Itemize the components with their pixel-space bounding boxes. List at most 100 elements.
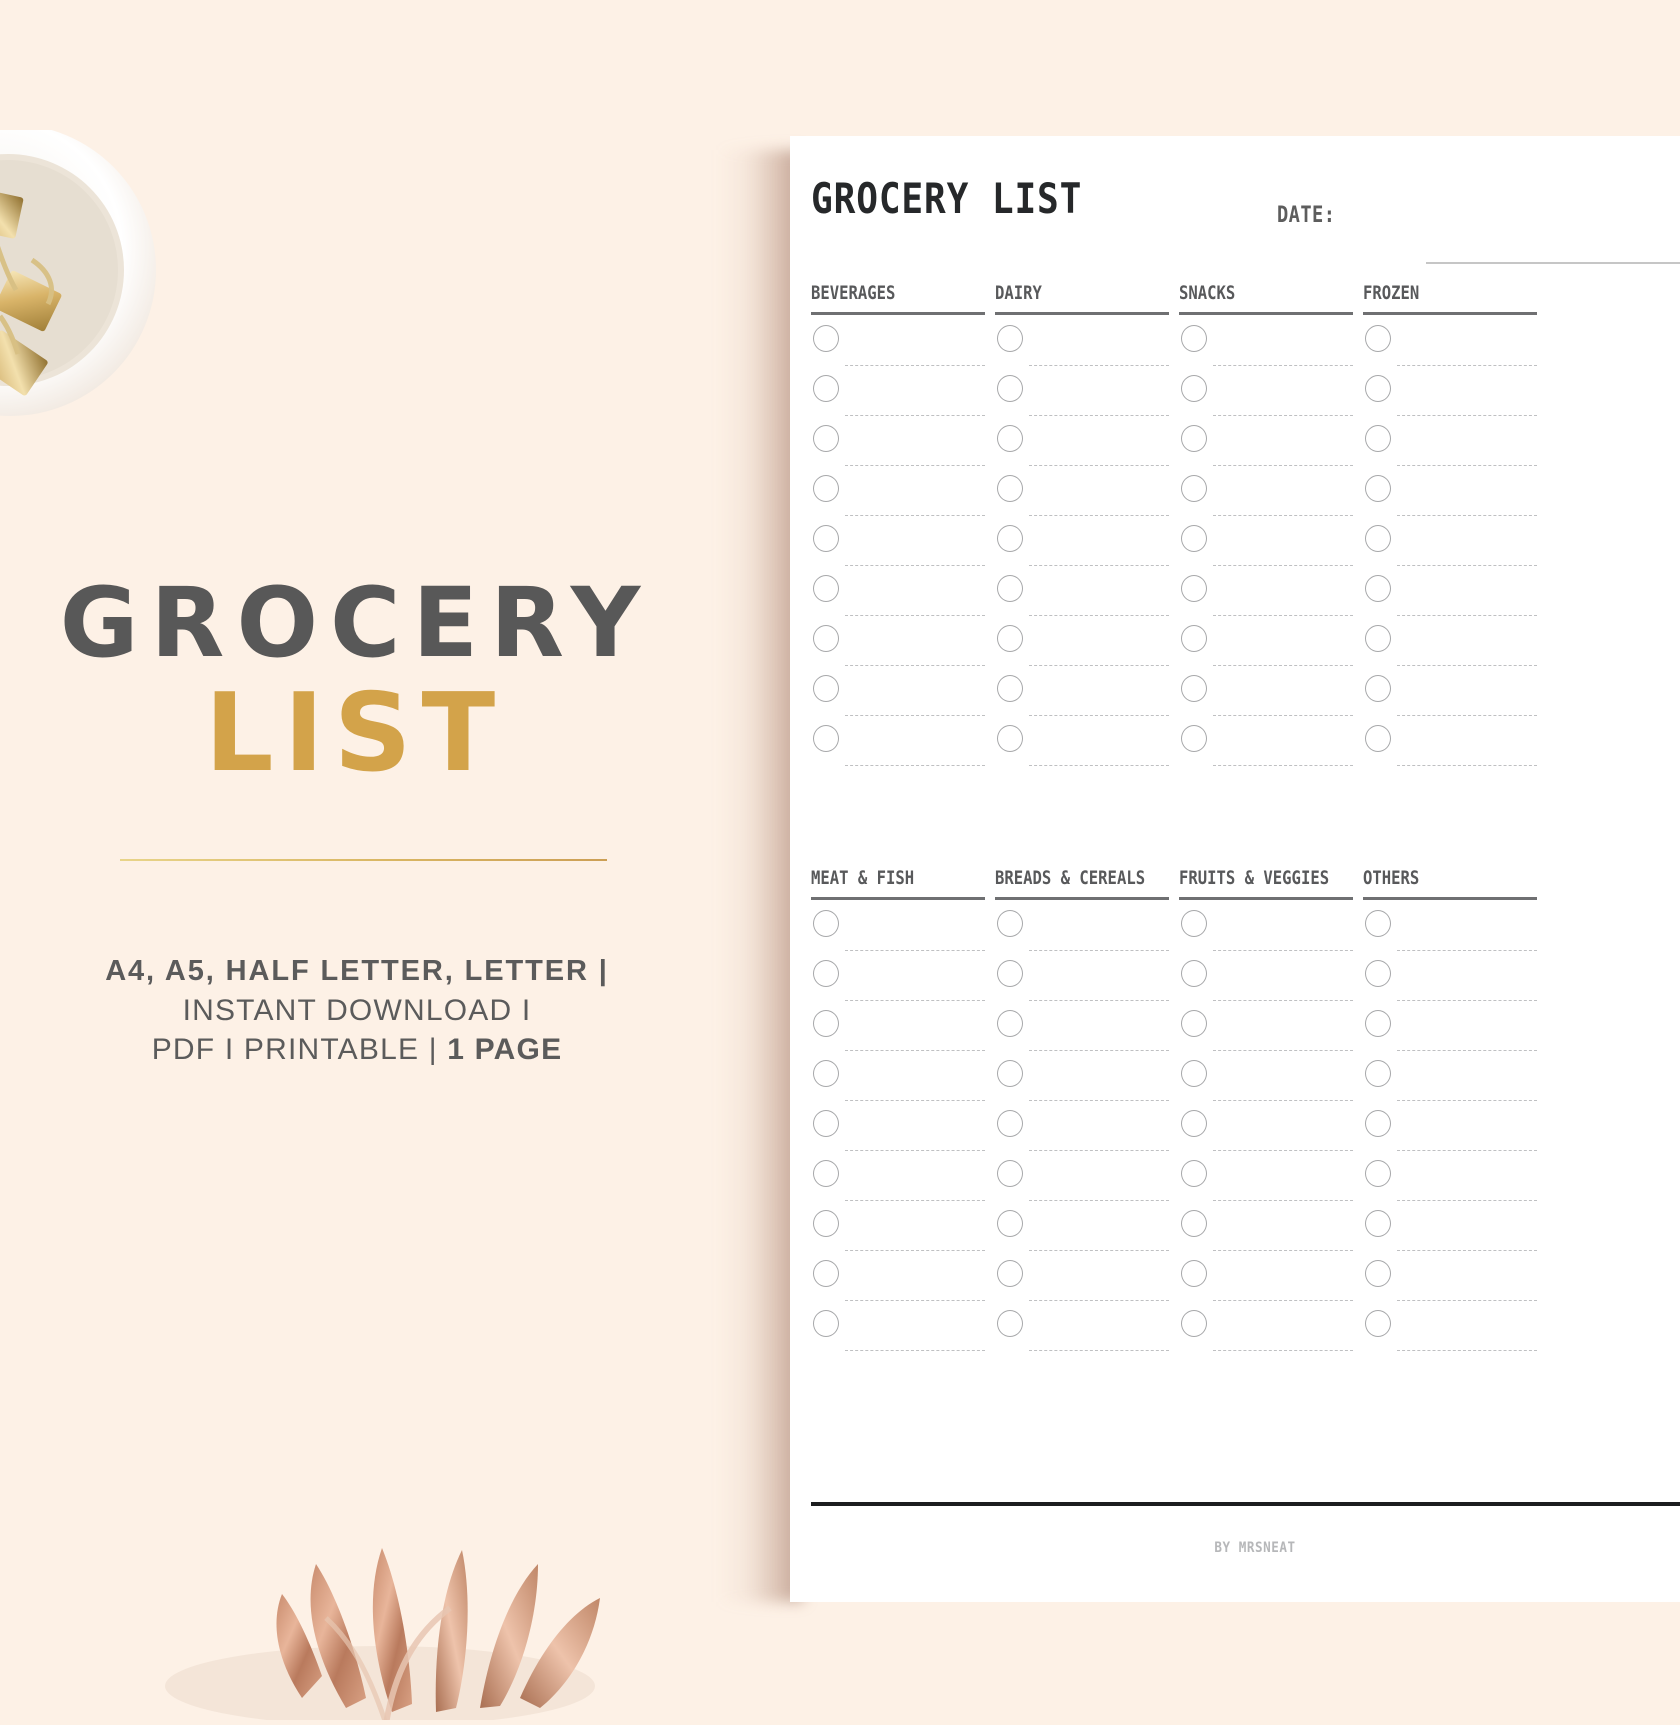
checkbox-circle-icon[interactable]: [813, 1110, 839, 1137]
write-in-line[interactable]: [1213, 365, 1353, 366]
write-in-line[interactable]: [1029, 415, 1169, 416]
write-in-line[interactable]: [845, 715, 985, 716]
checkbox-circle-icon[interactable]: [997, 325, 1023, 352]
write-in-line[interactable]: [1397, 665, 1537, 666]
checkbox-circle-icon[interactable]: [1365, 960, 1391, 987]
checkbox-circle-icon[interactable]: [997, 1260, 1023, 1287]
write-in-line[interactable]: [1397, 465, 1537, 466]
checkbox-circle-icon[interactable]: [813, 575, 839, 602]
write-in-line[interactable]: [1213, 1000, 1353, 1001]
write-in-line[interactable]: [1213, 415, 1353, 416]
write-in-line[interactable]: [845, 1000, 985, 1001]
write-in-line[interactable]: [845, 765, 985, 766]
checkbox-circle-icon[interactable]: [1181, 1110, 1207, 1137]
checkbox-circle-icon[interactable]: [813, 325, 839, 352]
checkbox-circle-icon[interactable]: [1181, 325, 1207, 352]
write-in-line[interactable]: [845, 565, 985, 566]
write-in-line[interactable]: [1397, 1350, 1537, 1351]
checkbox-circle-icon[interactable]: [1181, 1010, 1207, 1037]
write-in-line[interactable]: [1029, 950, 1169, 951]
write-in-line[interactable]: [1213, 1300, 1353, 1301]
write-in-line[interactable]: [1029, 1100, 1169, 1101]
write-in-line[interactable]: [1029, 515, 1169, 516]
checkbox-circle-icon[interactable]: [1181, 960, 1207, 987]
write-in-line[interactable]: [845, 950, 985, 951]
checkbox-circle-icon[interactable]: [1365, 1310, 1391, 1337]
checkbox-circle-icon[interactable]: [813, 725, 839, 752]
write-in-line[interactable]: [845, 515, 985, 516]
write-in-line[interactable]: [1397, 950, 1537, 951]
write-in-line[interactable]: [1397, 1150, 1537, 1151]
checkbox-circle-icon[interactable]: [997, 475, 1023, 502]
write-in-line[interactable]: [1397, 565, 1537, 566]
write-in-line[interactable]: [1213, 565, 1353, 566]
write-in-line[interactable]: [1397, 1300, 1537, 1301]
write-in-line[interactable]: [1397, 515, 1537, 516]
write-in-line[interactable]: [1213, 615, 1353, 616]
write-in-line[interactable]: [845, 1050, 985, 1051]
checkbox-circle-icon[interactable]: [1181, 475, 1207, 502]
write-in-line[interactable]: [845, 1250, 985, 1251]
checkbox-circle-icon[interactable]: [1365, 375, 1391, 402]
checkbox-circle-icon[interactable]: [1365, 675, 1391, 702]
write-in-line[interactable]: [845, 1100, 985, 1101]
checkbox-circle-icon[interactable]: [1181, 1260, 1207, 1287]
checkbox-circle-icon[interactable]: [1181, 675, 1207, 702]
checkbox-circle-icon[interactable]: [997, 1310, 1023, 1337]
write-in-line[interactable]: [1213, 1050, 1353, 1051]
write-in-line[interactable]: [1397, 1200, 1537, 1201]
checkbox-circle-icon[interactable]: [1181, 625, 1207, 652]
checkbox-circle-icon[interactable]: [997, 1110, 1023, 1137]
write-in-line[interactable]: [1213, 1200, 1353, 1201]
write-in-line[interactable]: [1029, 1150, 1169, 1151]
write-in-line[interactable]: [845, 415, 985, 416]
checkbox-circle-icon[interactable]: [1365, 1260, 1391, 1287]
checkbox-circle-icon[interactable]: [813, 375, 839, 402]
checkbox-circle-icon[interactable]: [1181, 575, 1207, 602]
checkbox-circle-icon[interactable]: [813, 1160, 839, 1187]
write-in-line[interactable]: [1029, 1350, 1169, 1351]
checkbox-circle-icon[interactable]: [1181, 1210, 1207, 1237]
checkbox-circle-icon[interactable]: [1181, 725, 1207, 752]
write-in-line[interactable]: [1213, 950, 1353, 951]
write-in-line[interactable]: [1213, 1100, 1353, 1101]
checkbox-circle-icon[interactable]: [1365, 1010, 1391, 1037]
write-in-line[interactable]: [845, 665, 985, 666]
checkbox-circle-icon[interactable]: [813, 1010, 839, 1037]
write-in-line[interactable]: [1397, 1100, 1537, 1101]
write-in-line[interactable]: [1029, 765, 1169, 766]
checkbox-circle-icon[interactable]: [1181, 375, 1207, 402]
checkbox-circle-icon[interactable]: [1365, 475, 1391, 502]
checkbox-circle-icon[interactable]: [997, 1160, 1023, 1187]
write-in-line[interactable]: [1397, 415, 1537, 416]
write-in-line[interactable]: [1029, 615, 1169, 616]
checkbox-circle-icon[interactable]: [1365, 325, 1391, 352]
checkbox-circle-icon[interactable]: [813, 1260, 839, 1287]
write-in-line[interactable]: [845, 1300, 985, 1301]
checkbox-circle-icon[interactable]: [1181, 1060, 1207, 1087]
checkbox-circle-icon[interactable]: [1181, 1160, 1207, 1187]
checkbox-circle-icon[interactable]: [813, 475, 839, 502]
write-in-line[interactable]: [1397, 1000, 1537, 1001]
checkbox-circle-icon[interactable]: [1365, 425, 1391, 452]
checkbox-circle-icon[interactable]: [997, 675, 1023, 702]
write-in-line[interactable]: [845, 465, 985, 466]
checkbox-circle-icon[interactable]: [997, 575, 1023, 602]
write-in-line[interactable]: [1213, 765, 1353, 766]
checkbox-circle-icon[interactable]: [1181, 425, 1207, 452]
checkbox-circle-icon[interactable]: [1365, 1210, 1391, 1237]
write-in-line[interactable]: [1213, 465, 1353, 466]
checkbox-circle-icon[interactable]: [1365, 725, 1391, 752]
write-in-line[interactable]: [1397, 615, 1537, 616]
checkbox-circle-icon[interactable]: [813, 675, 839, 702]
checkbox-circle-icon[interactable]: [1365, 1060, 1391, 1087]
checkbox-circle-icon[interactable]: [1181, 1310, 1207, 1337]
checkbox-circle-icon[interactable]: [813, 960, 839, 987]
date-input-line[interactable]: [1426, 262, 1680, 264]
write-in-line[interactable]: [1397, 1250, 1537, 1251]
write-in-line[interactable]: [1029, 665, 1169, 666]
checkbox-circle-icon[interactable]: [1181, 525, 1207, 552]
checkbox-circle-icon[interactable]: [997, 525, 1023, 552]
write-in-line[interactable]: [1029, 465, 1169, 466]
checkbox-circle-icon[interactable]: [997, 625, 1023, 652]
